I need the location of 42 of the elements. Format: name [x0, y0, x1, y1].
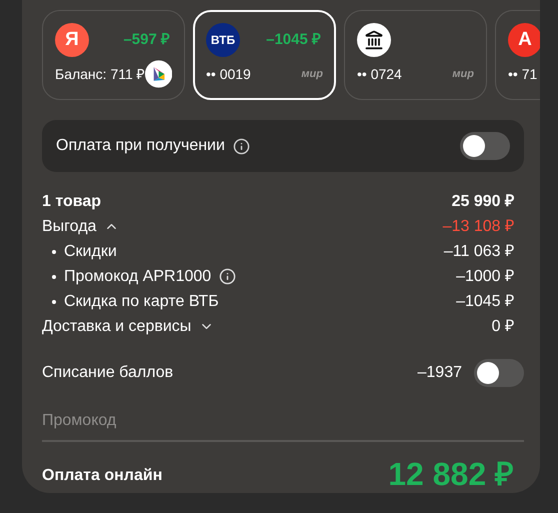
card-label: •• 71 [508, 64, 538, 84]
payment-card[interactable]: А •• 71 [495, 10, 540, 100]
summary-value: –13 108 ₽ [442, 216, 514, 236]
bank-logo: А [508, 23, 540, 57]
cashback-amount: –1045 ₽ [266, 30, 321, 50]
points-value: –1937 [418, 363, 462, 383]
total-label: Оплата онлайн [42, 466, 162, 486]
bank-logo: ВТБ [206, 23, 240, 57]
promo-code-field[interactable]: Промокод [42, 402, 524, 442]
bullet-icon [52, 250, 56, 254]
card-label: Баланс: 711 ₽ [55, 64, 145, 84]
payment-card[interactable]: Я –597 ₽ Баланс: 711 ₽ [42, 10, 185, 100]
option-label: Оплата при получении [56, 136, 225, 156]
summary-value: –1045 ₽ [456, 292, 514, 312]
payment-system-icon [144, 60, 172, 88]
payment-card[interactable]: ВТБ –1045 ₽ •• 0019 мир [193, 10, 336, 100]
summary-label: Скидка по карте ВТБ [64, 292, 219, 312]
summary-label: Выгода [42, 216, 96, 236]
card-network: мир [301, 66, 323, 82]
info-icon[interactable] [232, 138, 250, 154]
summary-label: Скидки [64, 242, 117, 262]
bullet-icon [52, 274, 56, 278]
summary-value: 0 ₽ [492, 316, 514, 336]
info-icon[interactable] [219, 268, 236, 285]
toggle-switch[interactable] [474, 359, 524, 387]
summary-value: –11 063 ₽ [444, 242, 514, 262]
summary-value: 25 990 ₽ [452, 192, 514, 212]
cashback-amount: –597 ₽ [123, 30, 170, 50]
summary-label: 1 товар [42, 192, 102, 212]
card-network: мир [452, 66, 474, 82]
summary-label: Промокод APR1000 [64, 266, 212, 286]
bank-logo: Я [55, 23, 89, 57]
toggle-switch[interactable] [460, 132, 510, 160]
points-label: Списание баллов [42, 363, 174, 383]
bank-icon [357, 23, 391, 57]
summary-value: –1000 ₽ [456, 266, 514, 286]
bullet-icon [52, 300, 56, 304]
card-label: •• 0724 [357, 64, 402, 84]
card-label: •• 0019 [206, 64, 251, 84]
summary-label: Доставка и сервисы [42, 316, 192, 336]
total-amount: 12 882 ₽ [388, 458, 514, 490]
payment-card[interactable]: •• 0724 мир [344, 10, 487, 100]
